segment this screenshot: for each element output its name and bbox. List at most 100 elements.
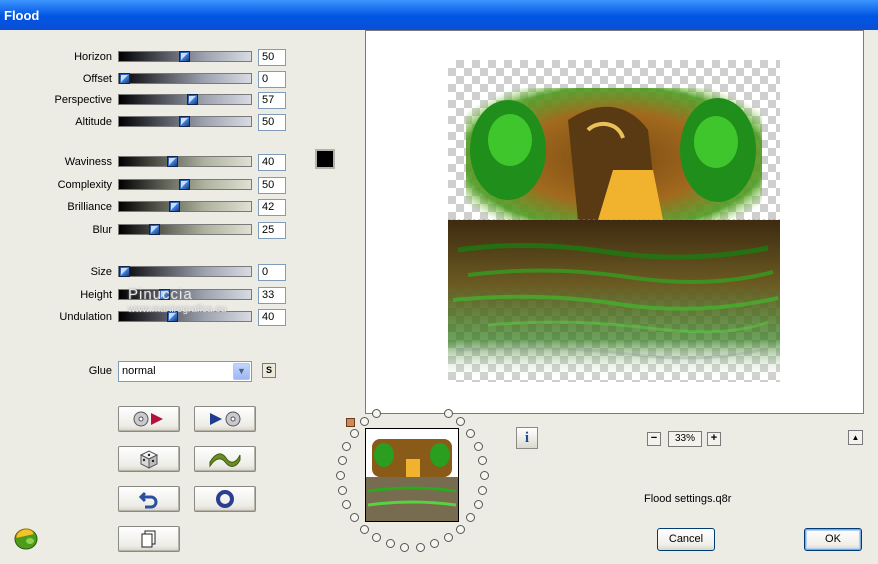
blur-label: Blur	[92, 223, 112, 236]
wave-icon	[209, 453, 241, 468]
dial-dot[interactable]	[478, 456, 487, 465]
horizon-slider-thumb[interactable]	[179, 51, 190, 62]
offset-value-field[interactable]: 0	[258, 70, 286, 88]
window-title: Flood	[4, 8, 40, 23]
dial-dot[interactable]	[478, 486, 487, 495]
waviness-slider[interactable]	[118, 156, 252, 167]
zoom-in-button[interactable]: +	[707, 432, 721, 446]
reset-circle-icon	[216, 490, 234, 508]
dial-dot[interactable]	[466, 429, 475, 438]
load-preset-button[interactable]	[118, 406, 180, 432]
undo-arrow-icon	[139, 491, 158, 509]
copy-page-icon	[141, 530, 156, 548]
flood-preview-image	[448, 88, 780, 380]
blur-slider[interactable]	[118, 223, 252, 235]
dialog-client: Horizon 50 Offset 0 Perspective 57 Altitude 50 W…	[0, 30, 878, 564]
complexity-slider-thumb[interactable]	[179, 178, 190, 190]
height-label: Height	[80, 288, 112, 301]
watermark-url: www.maniregrafica.eu	[128, 304, 227, 315]
dial-dot[interactable]	[350, 429, 359, 438]
glue-select[interactable]: normal ▼	[118, 361, 252, 382]
dial-dot[interactable]	[444, 409, 453, 418]
dial-dot[interactable]	[360, 525, 369, 534]
altitude-slider[interactable]	[118, 115, 252, 127]
size-label: Size	[90, 266, 112, 278]
waviness-value-field[interactable]: 40	[258, 154, 286, 171]
complexity-slider[interactable]	[118, 178, 252, 190]
size-value-field[interactable]: 0	[258, 264, 286, 281]
dial-dot[interactable]	[416, 543, 425, 552]
dial-dot[interactable]	[372, 533, 381, 542]
scroll-up-button[interactable]: ▲	[848, 430, 863, 445]
undo-button[interactable]	[118, 486, 180, 512]
offset-slider-thumb[interactable]	[119, 72, 130, 84]
navigator-preview-image	[366, 439, 458, 521]
randomize-button[interactable]	[118, 446, 180, 472]
watermark-name: Pinuccia	[128, 286, 193, 303]
dial-dot[interactable]	[480, 471, 489, 480]
brilliance-label: Brilliance	[67, 201, 112, 213]
dial-dot[interactable]	[342, 500, 351, 509]
brilliance-slider-thumb[interactable]	[169, 201, 180, 212]
brilliance-value-field[interactable]: 42	[258, 199, 286, 216]
save-preset-icon	[210, 411, 241, 427]
cancel-button[interactable]: Cancel	[657, 528, 715, 551]
dial-dot[interactable]	[456, 525, 465, 534]
altitude-value-field[interactable]: 50	[258, 113, 286, 131]
dial-dot[interactable]	[444, 533, 453, 542]
undulation-label: Undulation	[59, 311, 112, 323]
dial-dot[interactable]	[400, 543, 409, 552]
perspective-value-field[interactable]: 57	[258, 92, 286, 109]
glue-s-button[interactable]: S	[262, 363, 276, 378]
wave-button[interactable]	[194, 446, 256, 472]
randomize-dice-icon	[139, 450, 159, 469]
dial-dot[interactable]	[386, 539, 395, 548]
size-slider-thumb[interactable]	[119, 266, 130, 277]
perspective-slider-thumb[interactable]	[187, 94, 198, 105]
horizon-value-field[interactable]: 50	[258, 49, 286, 66]
navigator-thumbnail[interactable]	[365, 428, 459, 522]
dial-dot[interactable]	[336, 471, 345, 480]
horizon-slider[interactable]	[118, 51, 252, 62]
dial-dot[interactable]	[360, 417, 369, 426]
dial-dot[interactable]	[474, 442, 483, 451]
blur-value-field[interactable]: 25	[258, 221, 286, 239]
title-bar: Flood	[0, 0, 878, 30]
reset-button[interactable]	[194, 486, 256, 512]
undulation-value-field[interactable]: 40	[258, 309, 286, 326]
save-preset-button[interactable]	[194, 406, 256, 432]
complexity-value-field[interactable]: 50	[258, 176, 286, 194]
dial-dot[interactable]	[474, 500, 483, 509]
dial-dot[interactable]	[342, 442, 351, 451]
copy-button[interactable]	[118, 526, 180, 552]
dial-dot[interactable]	[372, 409, 381, 418]
dial-dot[interactable]	[466, 513, 475, 522]
glue-value: normal	[122, 365, 156, 377]
waviness-slider-thumb[interactable]	[167, 156, 178, 167]
height-value-field[interactable]: 33	[258, 286, 286, 304]
info-button[interactable]: i	[516, 427, 538, 449]
glue-label: Glue	[88, 365, 112, 377]
zoom-out-button[interactable]: −	[647, 432, 661, 446]
dial-dot[interactable]	[350, 513, 359, 522]
app-logo-icon	[14, 528, 38, 550]
preview-canvas[interactable]	[365, 30, 864, 414]
size-slider[interactable]	[118, 266, 252, 277]
zoom-level: 33%	[668, 431, 702, 447]
blur-slider-thumb[interactable]	[149, 223, 160, 235]
dial-dot[interactable]	[456, 417, 465, 426]
marker-handle[interactable]	[346, 418, 355, 427]
load-preset-icon	[133, 411, 163, 427]
offset-slider[interactable]	[118, 72, 252, 84]
perspective-slider[interactable]	[118, 94, 252, 105]
altitude-slider-thumb[interactable]	[179, 115, 190, 127]
dial-dot[interactable]	[338, 456, 347, 465]
chevron-down-icon[interactable]: ▼	[233, 363, 250, 380]
complexity-label: Complexity	[57, 178, 112, 191]
dial-dot[interactable]	[430, 539, 439, 548]
brilliance-slider[interactable]	[118, 201, 252, 212]
ok-button[interactable]: OK	[804, 528, 862, 551]
waviness-label: Waviness	[64, 156, 112, 168]
dial-dot[interactable]	[338, 486, 347, 495]
color-swatch[interactable]	[315, 149, 335, 169]
